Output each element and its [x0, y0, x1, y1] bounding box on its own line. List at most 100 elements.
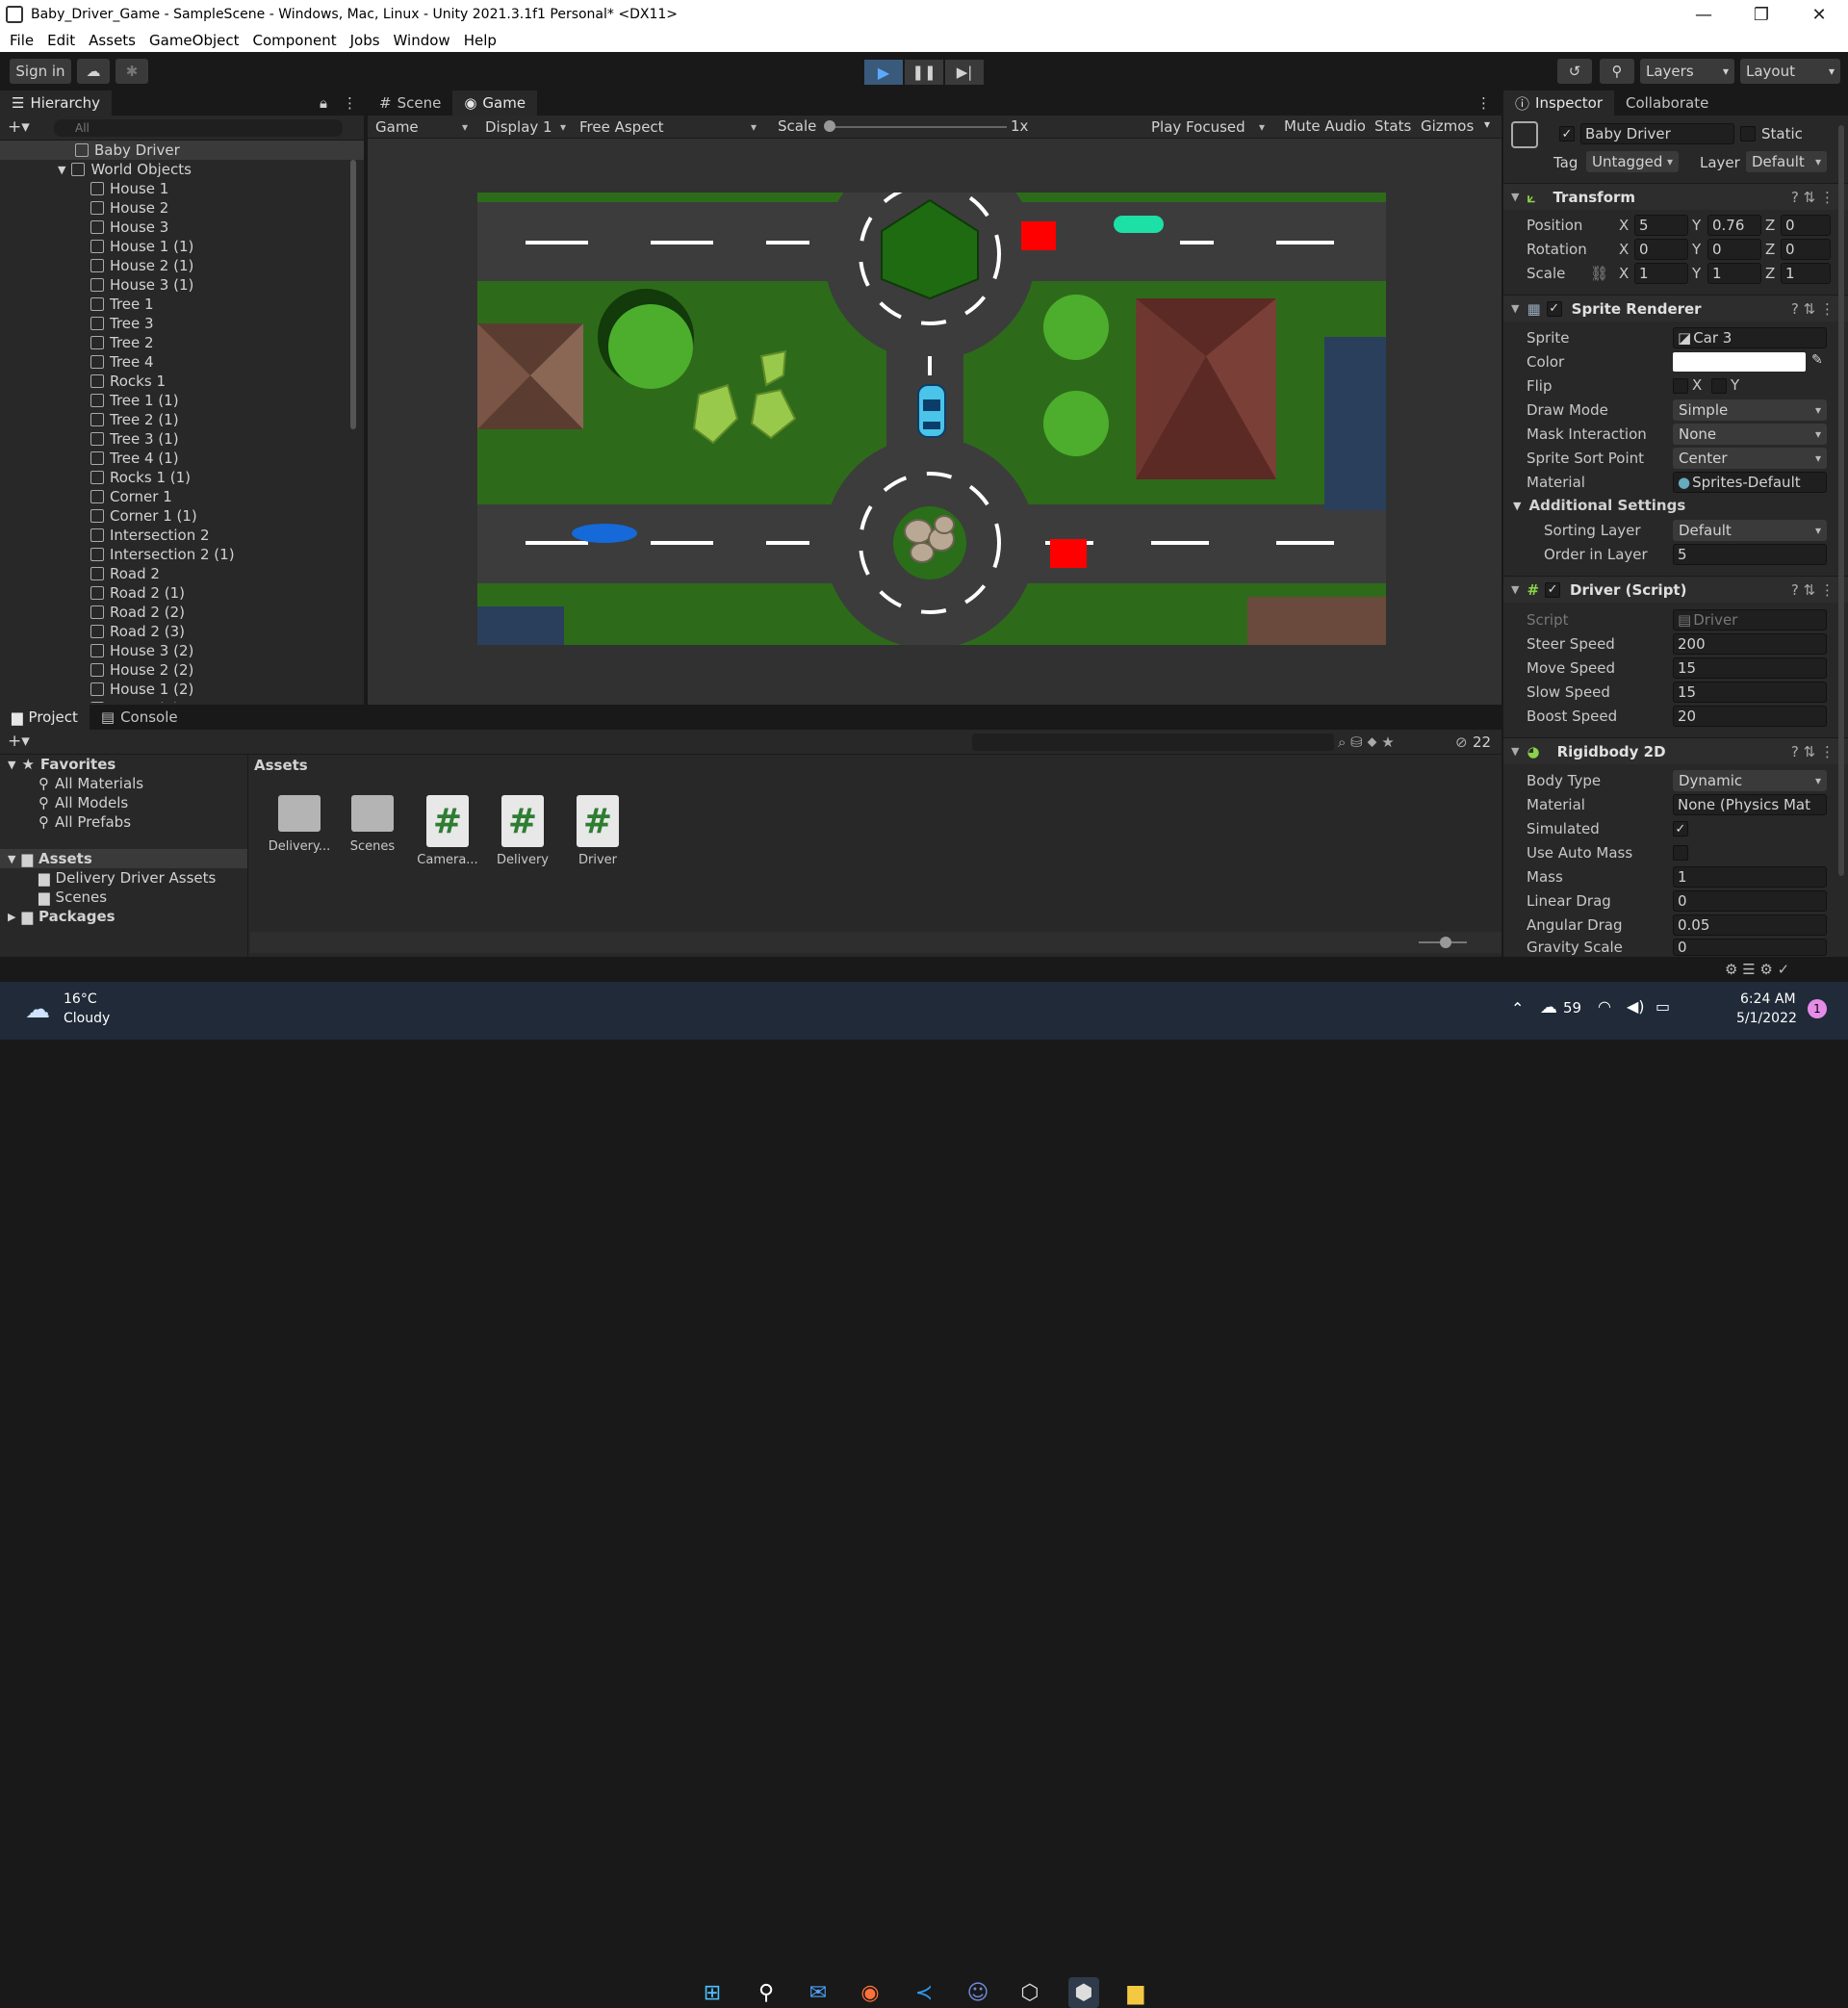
- sprite-renderer-header[interactable]: ▼ ▦ ✓ Sprite Renderer ? ⇅ ⋮: [1503, 295, 1848, 322]
- rotation-z-field[interactable]: 0: [1781, 239, 1831, 260]
- scale-z-field[interactable]: 1: [1781, 263, 1831, 284]
- scene-root-row[interactable]: Baby Driver: [0, 141, 364, 160]
- fav-item[interactable]: ⚲ All Models: [0, 793, 247, 812]
- hierarchy-item[interactable]: House 2: [0, 198, 364, 218]
- asset-item[interactable]: # Delivery: [489, 795, 556, 867]
- hierarchy-item[interactable]: Road 2 (1): [0, 583, 364, 603]
- sprite-field[interactable]: ◪ Car 3: [1673, 327, 1827, 348]
- tag-dropdown[interactable]: Untagged: [1586, 151, 1679, 172]
- additional-settings-foldout[interactable]: ▼ Additional Settings: [1513, 497, 1685, 514]
- order-in-layer-field[interactable]: 5: [1673, 544, 1827, 565]
- static-checkbox[interactable]: [1740, 126, 1756, 142]
- color-swatch[interactable]: [1673, 352, 1806, 372]
- draw-mode-dropdown[interactable]: Simple: [1673, 399, 1827, 421]
- body-type-dropdown[interactable]: Dynamic: [1673, 770, 1827, 791]
- enabled-checkbox[interactable]: ✓: [1545, 581, 1561, 598]
- scale-x-field[interactable]: 1: [1634, 263, 1688, 284]
- rb-material-field[interactable]: None (Physics Mat: [1673, 794, 1827, 815]
- hierarchy-item[interactable]: Tree 4: [0, 352, 364, 372]
- filter-icons[interactable]: ⌕ ⛁ ⬥ ★: [1338, 734, 1395, 751]
- weather-label[interactable]: Cloudy: [64, 1011, 110, 1026]
- hierarchy-item[interactable]: Rocks 1: [0, 372, 364, 391]
- component-menu-icon[interactable]: ? ⇅ ⋮: [1791, 581, 1835, 599]
- pause-button[interactable]: ❚❚: [905, 60, 943, 85]
- menu-edit[interactable]: Edit: [47, 32, 75, 49]
- hierarchy-item[interactable]: Tree 2 (2): [0, 699, 364, 703]
- stats-button[interactable]: Stats: [1374, 117, 1411, 135]
- hierarchy-item[interactable]: Tree 1: [0, 295, 364, 314]
- aqi-value[interactable]: 59: [1563, 999, 1581, 1017]
- hierarchy-item[interactable]: Road 2: [0, 564, 364, 583]
- steer-speed-field[interactable]: 200: [1673, 633, 1827, 655]
- simulated-checkbox[interactable]: ✓: [1673, 821, 1688, 837]
- fav-item[interactable]: ⚲ All Prefabs: [0, 812, 247, 832]
- boost-speed-field[interactable]: 20: [1673, 706, 1827, 727]
- auto-mass-checkbox[interactable]: [1673, 845, 1688, 861]
- linear-drag-field[interactable]: 0: [1673, 890, 1827, 912]
- sorting-layer-dropdown[interactable]: Default: [1673, 520, 1827, 541]
- rigidbody-header[interactable]: ▼ ◕ Rigidbody 2D ? ⇅ ⋮: [1503, 737, 1848, 764]
- asset-folder-row[interactable]: ▆ Scenes: [0, 888, 247, 907]
- packages-row[interactable]: ▶ ▆ Packages: [0, 907, 247, 926]
- enabled-checkbox[interactable]: ✓: [1546, 300, 1562, 317]
- gravity-scale-field[interactable]: 0: [1673, 939, 1827, 956]
- component-menu-icon[interactable]: ? ⇅ ⋮: [1791, 300, 1835, 318]
- windows-start-icon[interactable]: ⊞: [697, 1977, 728, 2008]
- menu-assets[interactable]: Assets: [89, 32, 136, 49]
- material-field[interactable]: ● Sprites-Default: [1673, 472, 1827, 493]
- hierarchy-item[interactable]: Rocks 1 (1): [0, 468, 364, 487]
- hierarchy-item[interactable]: Corner 1: [0, 487, 364, 506]
- status-icons[interactable]: ⚙ ☰ ⚙ ✓: [1725, 961, 1789, 978]
- menu-component[interactable]: Component: [253, 32, 337, 49]
- favorites-row[interactable]: ▼ ★ Favorites: [0, 755, 247, 774]
- sign-in-button[interactable]: Sign in: [10, 59, 71, 84]
- asset-item[interactable]: Delivery...: [266, 795, 333, 854]
- add-icon[interactable]: +▾: [8, 732, 30, 751]
- layer-dropdown[interactable]: Default: [1746, 151, 1827, 172]
- unity-editor-icon[interactable]: ⬢: [1068, 1977, 1099, 2008]
- fav-item[interactable]: ⚲ All Materials: [0, 774, 247, 793]
- layers-dropdown[interactable]: Layers ▾: [1640, 59, 1734, 84]
- tab-hierarchy[interactable]: ☰ Hierarchy: [0, 90, 112, 116]
- cloud-icon[interactable]: ☁: [1540, 997, 1557, 1017]
- cloud-icon[interactable]: ☁: [77, 59, 110, 84]
- maximize-button[interactable]: ❐: [1732, 0, 1790, 29]
- gizmos-button[interactable]: Gizmos: [1421, 117, 1474, 135]
- more-icon[interactable]: ⋮: [343, 94, 357, 112]
- firefox-icon[interactable]: ◉: [855, 1977, 886, 2008]
- collab-icon[interactable]: ✱: [116, 59, 148, 84]
- hierarchy-item[interactable]: Road 2 (2): [0, 603, 364, 622]
- discord-icon[interactable]: ☺: [962, 1977, 993, 2008]
- wifi-icon[interactable]: ◠: [1598, 997, 1611, 1016]
- lock-icon[interactable]: 🔒︎: [320, 94, 327, 112]
- hierarchy-item[interactable]: Tree 3: [0, 314, 364, 333]
- mail-icon[interactable]: ✉: [803, 1977, 834, 2008]
- asset-folder-row[interactable]: ▆ Delivery Driver Assets: [0, 868, 247, 888]
- hierarchy-item[interactable]: Tree 2 (1): [0, 410, 364, 429]
- mask-interaction-dropdown[interactable]: None: [1673, 424, 1827, 445]
- hidden-icon[interactable]: ⊘: [1455, 734, 1468, 751]
- layout-dropdown[interactable]: Layout ▾: [1740, 59, 1840, 84]
- battery-icon[interactable]: ▭: [1656, 997, 1670, 1016]
- hierarchy-item[interactable]: Tree 4 (1): [0, 449, 364, 468]
- link-icon[interactable]: ⛓: [1590, 265, 1608, 282]
- slow-speed-field[interactable]: 15: [1673, 682, 1827, 703]
- position-x-field[interactable]: 5: [1634, 215, 1688, 236]
- chevron-down-icon[interactable]: ▾: [1484, 117, 1490, 131]
- search-icon[interactable]: ⚲: [751, 1977, 782, 2008]
- game-render[interactable]: [477, 193, 1386, 645]
- volume-icon[interactable]: ◀): [1627, 997, 1645, 1016]
- tab-console[interactable]: ▤ Console: [90, 705, 190, 730]
- game-mode-dropdown[interactable]: Game: [370, 116, 474, 138]
- add-icon[interactable]: +▾: [8, 117, 30, 137]
- hierarchy-item[interactable]: House 3: [0, 218, 364, 237]
- flip-x-checkbox[interactable]: [1673, 378, 1688, 394]
- tab-project[interactable]: ▆ Project: [0, 705, 90, 730]
- driver-script-header[interactable]: ▼ # ✓ Driver (Script) ? ⇅ ⋮: [1503, 576, 1848, 603]
- hierarchy-item[interactable]: House 1: [0, 179, 364, 198]
- menu-help[interactable]: Help: [464, 32, 497, 49]
- hierarchy-item[interactable]: House 3 (2): [0, 641, 364, 660]
- inspector-scrollbar[interactable]: [1838, 125, 1844, 876]
- hierarchy-item[interactable]: Tree 1 (1): [0, 391, 364, 410]
- unity-hub-icon[interactable]: ⬡: [1014, 1977, 1045, 2008]
